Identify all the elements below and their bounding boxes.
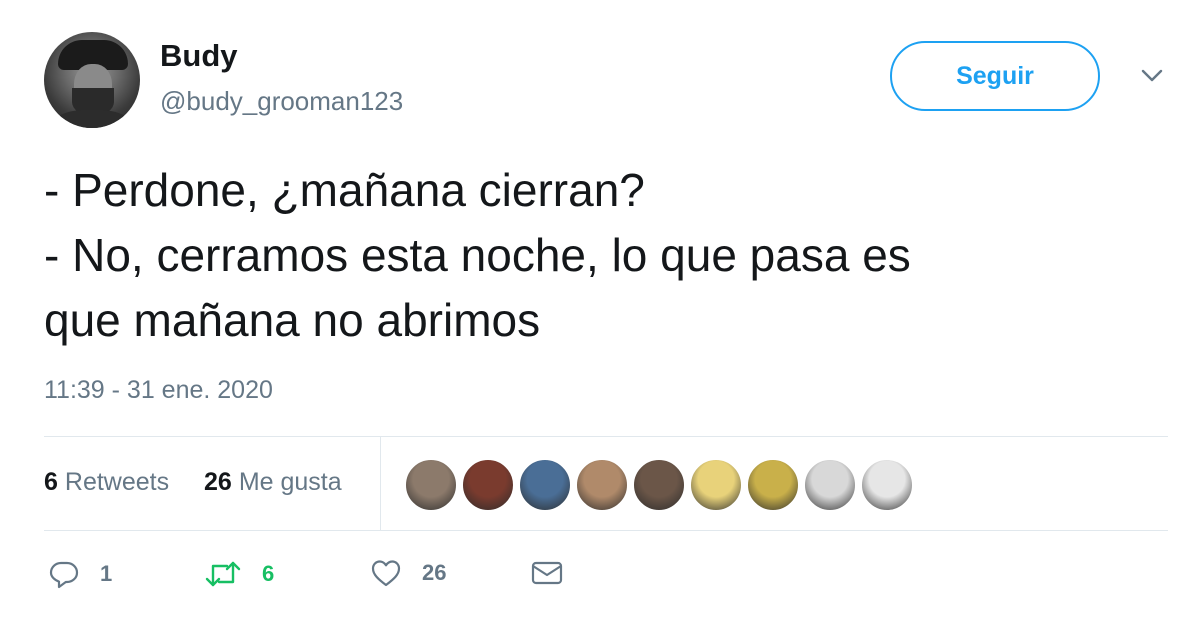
stats-separator	[380, 437, 381, 530]
divider	[44, 436, 1168, 437]
author-handle[interactable]: @budy_grooman123	[160, 86, 403, 117]
retweets-stat[interactable]: 6 Retweets	[44, 468, 169, 497]
likes-stat-count: 26	[204, 468, 232, 496]
retweet-button[interactable]: 6	[204, 558, 274, 590]
like-count: 26	[422, 560, 447, 585]
liker-avatar[interactable]	[860, 458, 914, 512]
likes-stat-label: Me gusta	[238, 468, 342, 496]
liker-avatar[interactable]	[632, 458, 686, 512]
liker-avatar[interactable]	[803, 458, 857, 512]
envelope-icon	[531, 561, 563, 585]
tweet-text-line: - Perdone, ¿mañana cierran?	[44, 164, 645, 216]
author-avatar[interactable]	[44, 32, 140, 128]
like-button[interactable]: 26	[370, 558, 446, 588]
liker-avatar[interactable]	[575, 458, 629, 512]
liker-avatar[interactable]	[689, 458, 743, 512]
reply-count: 1	[100, 561, 113, 586]
liker-avatar[interactable]	[746, 458, 800, 512]
liker-avatar[interactable]	[518, 458, 572, 512]
retweets-stat-label: Retweets	[64, 468, 170, 496]
tweet-text: - Perdone, ¿mañana cierran? - No, cerram…	[44, 158, 1164, 353]
liker-avatar[interactable]	[461, 458, 515, 512]
tweet-text-line: - No, cerramos esta noche, lo que pasa e…	[44, 229, 911, 281]
likes-stat[interactable]: 26 Me gusta	[204, 468, 342, 497]
reply-icon	[49, 561, 79, 589]
retweet-icon	[205, 561, 241, 587]
heart-icon	[371, 560, 401, 587]
chevron-down-icon[interactable]	[1140, 68, 1164, 84]
retweet-count: 6	[262, 561, 275, 586]
tweet-timestamp[interactable]: 11:39 - 31 ene. 2020	[44, 376, 273, 405]
author-name[interactable]: Budy	[160, 38, 238, 74]
divider	[44, 530, 1168, 531]
avatar-body	[52, 110, 132, 128]
liker-avatar[interactable]	[404, 458, 458, 512]
reply-button[interactable]: 1	[48, 558, 112, 590]
tweet-text-line: que mañana no abrimos	[44, 294, 541, 346]
follow-button[interactable]: Seguir	[890, 41, 1100, 111]
retweets-stat-count: 6	[44, 468, 58, 496]
direct-message-button[interactable]	[530, 558, 564, 588]
